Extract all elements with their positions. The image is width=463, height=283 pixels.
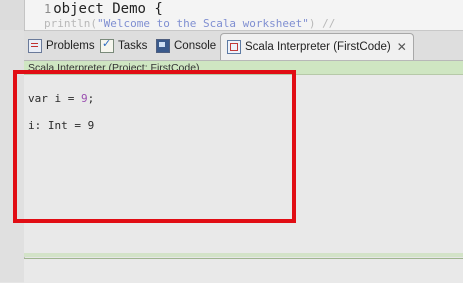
tab-scala-interpreter-label: Scala Interpreter (FirstCode) xyxy=(245,41,391,53)
interpreter-input[interactable] xyxy=(24,258,463,283)
console-icon xyxy=(156,39,170,53)
tab-problems-label: Problems xyxy=(46,40,95,52)
view-tab-bar: Problems Tasks Console Scala Interpreter… xyxy=(24,31,463,61)
editor-line-1[interactable]: 1 object Demo { xyxy=(44,1,163,17)
tab-problems[interactable]: Problems xyxy=(28,36,95,56)
problems-icon xyxy=(28,39,42,53)
tasks-icon xyxy=(100,37,114,53)
tab-tasks[interactable]: Tasks xyxy=(100,36,147,56)
scala-icon xyxy=(227,40,241,54)
line-number: 1 xyxy=(44,2,52,16)
editor-line-2[interactable]: println("Welcome to the Scala worksheet"… xyxy=(44,17,335,30)
line-2-prefix: println( xyxy=(44,17,97,30)
line-2-string: "Welcome to the Scala worksheet" xyxy=(96,17,309,30)
tab-scala-interpreter[interactable]: Scala Interpreter (FirstCode) ✕ xyxy=(220,33,414,60)
red-highlight-box xyxy=(13,70,296,223)
keyword-object: object xyxy=(53,1,104,17)
code-editor[interactable]: 1 object Demo { println("Welcome to the S… xyxy=(0,0,463,31)
tab-console-label: Console xyxy=(174,40,217,52)
pane-divider[interactable] xyxy=(24,253,463,257)
tab-console[interactable]: Console xyxy=(156,36,216,56)
line-1-rest: Demo { xyxy=(103,1,163,17)
line-2-suffix: ) // xyxy=(308,17,336,30)
close-icon[interactable]: ✕ xyxy=(397,40,407,54)
editor-gutter xyxy=(0,0,25,30)
tab-tasks-label: Tasks xyxy=(118,40,148,52)
